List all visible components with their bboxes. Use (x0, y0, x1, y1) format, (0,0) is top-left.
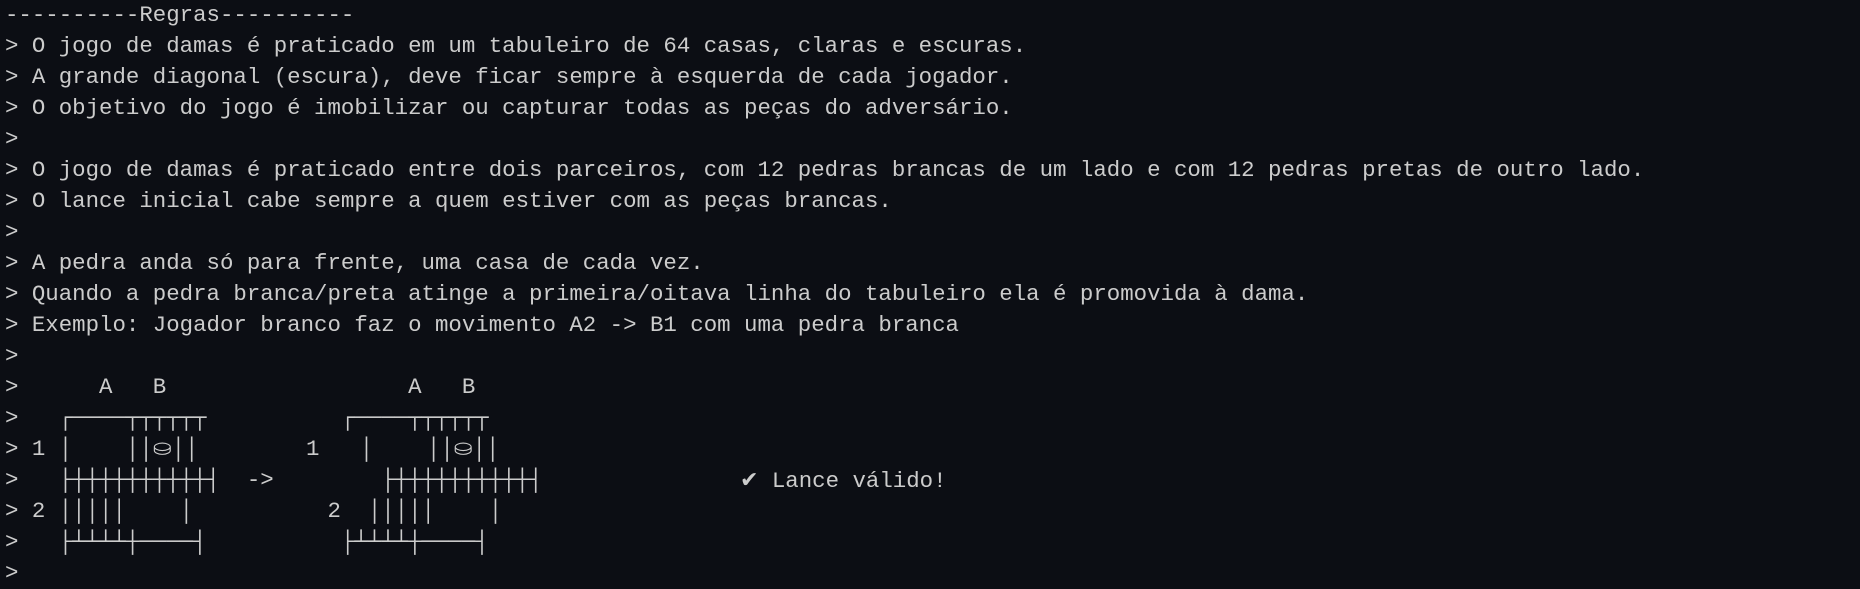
board-column-labels-row: > A B A B (5, 372, 1860, 403)
prompt: > (5, 529, 19, 555)
empty-prompt-line: > (5, 219, 19, 245)
rule-line-2: > A grande diagonal (escura), deve ficar… (5, 64, 1013, 90)
board-before-bottom-border: ├┴┴┴┴┼────┤ (18, 529, 207, 555)
board-before-column-labels: A B (18, 374, 167, 400)
board-before-row-1-end: ││ (171, 436, 199, 462)
prompt: > (5, 374, 19, 400)
rule-line-1: > O jogo de damas é praticado em um tabu… (5, 33, 1027, 59)
prompt: > (5, 467, 19, 493)
prompt: > (5, 498, 19, 524)
rule-line-7: > Quando a pedra branca/preta atinge a p… (5, 281, 1309, 307)
prompt: > (5, 405, 19, 431)
board-top-border-row: > ┌────┬┬┬┬┬┬ ┌────┬┬┬┬┬┬ (5, 403, 1860, 434)
board-bottom-border-row: > ├┴┴┴┴┼────┤ ├┴┴┴┴┼────┤ (5, 527, 1860, 558)
board-before-top-border: ┌────┬┬┬┬┬┬ (18, 405, 207, 431)
status-text: Lance válido! (771, 468, 947, 494)
white-piece-icon: ⛀ (152, 436, 172, 462)
board-after-row-1-end: ││ (472, 436, 500, 462)
board-after-row-1: │ ││ (359, 436, 454, 462)
row-label-gap: 2 (193, 498, 368, 524)
board-after-bottom-border: ├┴┴┴┴┼────┤ (340, 529, 489, 555)
rule-line-4: > O jogo de damas é praticado entre dois… (5, 157, 1645, 183)
rule-line-5: > O lance inicial cabe sempre a quem est… (5, 188, 892, 214)
rule-line-3: > O objetivo do jogo é imobilizar ou cap… (5, 95, 1013, 121)
empty-prompt-line: > (5, 126, 19, 152)
move-status: ✔ Lance válido! (740, 465, 947, 497)
prompt: > (5, 436, 19, 462)
check-icon: ✔ (740, 468, 759, 493)
input-prompt[interactable]: > (5, 558, 1860, 589)
move-arrow: -> (220, 467, 382, 493)
board-before-row-2: 2 │││││ │ (18, 498, 194, 524)
board-after-top-border: ┌────┬┬┬┬┬┬ (340, 405, 489, 431)
board-after-middle-border: ├┼┼┼┼┼┼┼┼┼┼┤ (381, 467, 543, 493)
board-middle-border-row: > ├┼┼┼┼┼┼┼┼┼┼┤ -> ├┼┼┼┼┼┼┼┼┼┼┤ ✔ Lance vá… (5, 465, 1860, 496)
board-after-column-labels: A B (408, 374, 476, 400)
empty-prompt-line: > (5, 343, 19, 369)
row-label-gap: 1 (198, 436, 360, 462)
board-row-2: > 2 │││││ │ 2 │││││ │ (5, 496, 1860, 527)
white-piece-icon: ⛀ (453, 436, 473, 462)
board-before-middle-border: ├┼┼┼┼┼┼┼┼┼┼┤ (18, 467, 220, 493)
example-line: > Exemplo: Jogador branco faz o moviment… (5, 312, 959, 338)
terminal-window[interactable]: ----------Regras---------- > O jogo de d… (0, 0, 1860, 589)
rule-line-6: > A pedra anda só para frente, uma casa … (5, 250, 704, 276)
rules-header: ----------Regras---------- (5, 2, 355, 28)
board-row-1: > 1 │ ││⛀││ 1 │ ││⛀││ (5, 434, 1860, 465)
board-before-row-1: 1 │ ││ (18, 436, 153, 462)
board-after-row-2: │││││ │ (367, 498, 503, 524)
